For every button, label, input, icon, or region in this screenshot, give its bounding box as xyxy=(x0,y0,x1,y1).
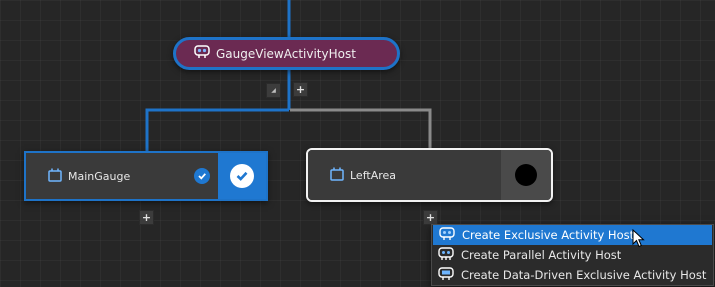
child-node-label: LeftArea xyxy=(350,168,397,182)
activity-host-icon xyxy=(194,44,210,63)
mouse-cursor-icon xyxy=(632,229,645,248)
menu-item-create-parallel-activity-host[interactable]: Create Parallel Activity Host xyxy=(432,245,713,265)
add-child-button-main-gauge[interactable]: + xyxy=(139,210,154,225)
child-node-label: MainGauge xyxy=(68,169,131,183)
check-icon xyxy=(194,168,210,184)
connector-right-branch xyxy=(290,108,432,149)
root-node-label: GaugeViewActivityHost xyxy=(216,46,356,61)
child-node-side-panel[interactable] xyxy=(501,150,551,200)
menu-item-label: Create Data-Driven Exclusive Activity Ho… xyxy=(461,268,707,282)
menu-item-label: Create Exclusive Activity Host xyxy=(462,228,635,242)
child-node-main-gauge[interactable]: MainGauge xyxy=(24,151,268,201)
add-child-button[interactable]: + xyxy=(293,82,308,97)
root-node-gauge-view-activity-host[interactable]: GaugeViewActivityHost xyxy=(173,37,400,70)
child-node-left-area[interactable]: LeftArea xyxy=(306,148,553,202)
menu-item-create-exclusive-activity-host[interactable]: Create Exclusive Activity Host xyxy=(433,225,712,245)
exclusive-host-icon xyxy=(439,226,455,244)
screen-icon xyxy=(48,167,62,186)
parallel-host-icon xyxy=(438,246,454,264)
child-node-body: MainGauge xyxy=(26,153,218,199)
check-circle-icon xyxy=(230,164,254,188)
menu-item-create-data-driven-exclusive-activity-host[interactable]: Create Data-Driven Exclusive Activity Ho… xyxy=(432,265,713,285)
menu-item-label: Create Parallel Activity Host xyxy=(461,248,622,262)
data-driven-host-icon xyxy=(438,266,454,284)
collapse-button[interactable]: ◢ xyxy=(266,83,281,98)
connector-left-branch xyxy=(145,108,289,152)
add-child-button-left-area[interactable]: + xyxy=(423,210,438,225)
screen-icon xyxy=(330,166,344,185)
state-dot-icon xyxy=(515,164,537,186)
child-node-body: LeftArea xyxy=(308,150,501,200)
child-node-side-panel[interactable] xyxy=(218,153,266,199)
context-menu: Create Exclusive Activity Host Create Pa… xyxy=(431,224,714,286)
